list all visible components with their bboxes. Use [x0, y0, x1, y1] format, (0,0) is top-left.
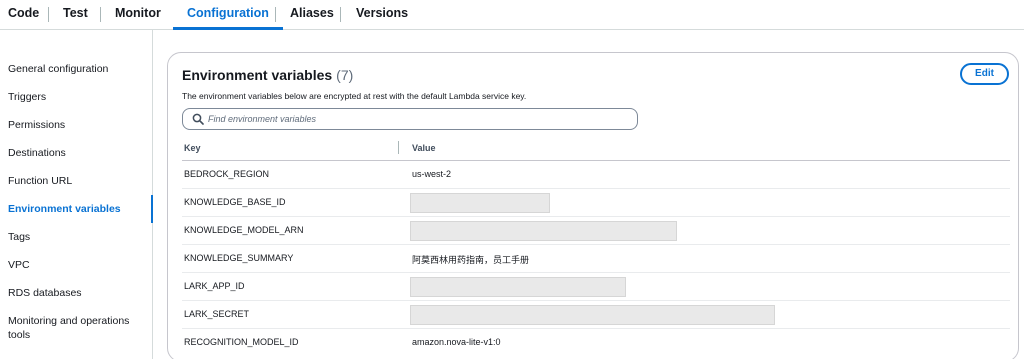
row-value: amazon.nova-lite-v1:0: [412, 337, 501, 347]
redacted-value: [410, 305, 775, 325]
top-tab-bar: Code Test Monitor Configuration Aliases …: [0, 0, 1024, 30]
tab-separator: [340, 7, 341, 22]
table-row: LARK_SECRET: [182, 301, 1010, 329]
table-row: RECOGNITION_MODEL_ID amazon.nova-lite-v1…: [182, 329, 1010, 357]
sidebar-item-general-configuration[interactable]: General configuration: [8, 62, 148, 76]
sidebar-item-environment-variables[interactable]: Environment variables: [8, 202, 148, 216]
row-key: BEDROCK_REGION: [184, 169, 270, 179]
tab-monitor[interactable]: Monitor: [115, 0, 161, 30]
tab-separator: [100, 7, 101, 22]
table-row: KNOWLEDGE_SUMMARY 阿莫西林用药指南，员工手册: [182, 245, 1010, 273]
row-key: LARK_SECRET: [184, 309, 250, 319]
sidebar-item-rds-databases[interactable]: RDS databases: [8, 286, 148, 300]
environment-variables-panel: Environment variables (7) The environment…: [167, 52, 1019, 359]
edit-button[interactable]: Edit: [960, 63, 1009, 85]
table-row: LARK_APP_ID: [182, 273, 1010, 301]
sidebar-item-monitoring-and-operations-tools[interactable]: Monitoring and operations tools: [8, 314, 138, 342]
redacted-value: [410, 193, 550, 213]
tab-test[interactable]: Test: [63, 0, 88, 30]
tab-separator: [275, 7, 276, 22]
search-icon: [192, 113, 204, 125]
panel-description: The environment variables below are encr…: [182, 91, 527, 101]
row-key: LARK_APP_ID: [184, 281, 245, 291]
column-divider: [398, 141, 399, 154]
tab-aliases[interactable]: Aliases: [290, 0, 334, 30]
table-row: KNOWLEDGE_BASE_ID: [182, 189, 1010, 217]
row-key: KNOWLEDGE_MODEL_ARN: [184, 225, 304, 235]
variable-count: (7): [336, 67, 354, 83]
tab-configuration[interactable]: Configuration: [173, 0, 283, 30]
sidebar-item-destinations[interactable]: Destinations: [8, 146, 148, 160]
tab-versions[interactable]: Versions: [356, 0, 408, 30]
redacted-value: [410, 277, 626, 297]
sidebar-item-function-url[interactable]: Function URL: [8, 174, 148, 188]
panel-title-text: Environment variables: [182, 67, 333, 83]
table-row: KNOWLEDGE_MODEL_ARN: [182, 217, 1010, 245]
row-key: RECOGNITION_MODEL_ID: [184, 337, 299, 347]
tab-separator: [48, 7, 49, 22]
column-header-value: Value: [412, 143, 436, 153]
search-box[interactable]: [182, 108, 638, 130]
row-value: us-west-2: [412, 169, 452, 179]
sidebar-item-vpc[interactable]: VPC: [8, 258, 148, 272]
tab-code[interactable]: Code: [8, 0, 39, 30]
sidebar-item-tags[interactable]: Tags: [8, 230, 148, 244]
active-nav-indicator: [151, 195, 153, 223]
table-row: BEDROCK_REGION us-west-2: [182, 161, 1010, 189]
sidebar-nav: General configuration Triggers Permissio…: [0, 30, 153, 359]
panel-title: Environment variables (7): [182, 67, 353, 83]
row-key: KNOWLEDGE_SUMMARY: [184, 253, 294, 263]
row-key: KNOWLEDGE_BASE_ID: [184, 197, 286, 207]
sidebar-item-triggers[interactable]: Triggers: [8, 90, 148, 104]
sidebar-item-permissions[interactable]: Permissions: [8, 118, 148, 132]
row-value: 阿莫西林用药指南，员工手册: [412, 256, 530, 266]
search-input[interactable]: [208, 110, 628, 128]
column-header-key: Key: [184, 143, 201, 153]
redacted-value: [410, 221, 677, 241]
